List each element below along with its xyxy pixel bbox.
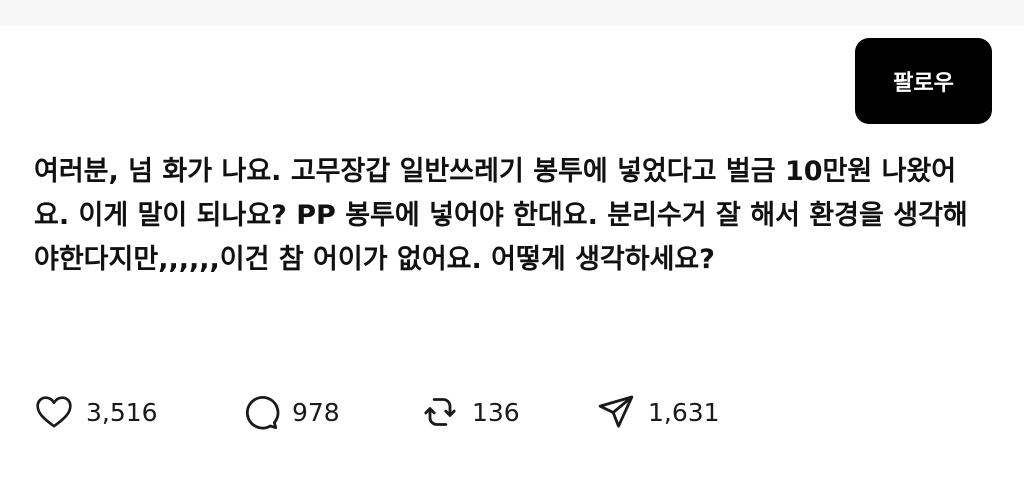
post-text: 여러분, 넘 화가 나요. 고무장갑 일반쓰레기 봉투에 넣었다고 벌금 10만… [34,156,968,275]
top-strip [0,0,1024,26]
heart-icon [34,392,74,432]
action-bar: 3,516 978 136 1,631 [34,388,794,436]
paper-plane-icon [596,392,636,432]
speech-bubble-icon [240,392,280,432]
repost-arrows-icon [420,392,460,432]
share-button[interactable]: 1,631 [596,388,720,436]
comment-button[interactable]: 978 [240,388,340,436]
comment-count: 978 [292,397,340,427]
share-count: 1,631 [648,397,720,427]
repost-count: 136 [472,397,520,427]
follow-button[interactable]: 팔로우 [855,38,992,124]
like-count: 3,516 [86,397,158,427]
like-button[interactable]: 3,516 [34,388,158,436]
repost-button[interactable]: 136 [420,388,520,436]
